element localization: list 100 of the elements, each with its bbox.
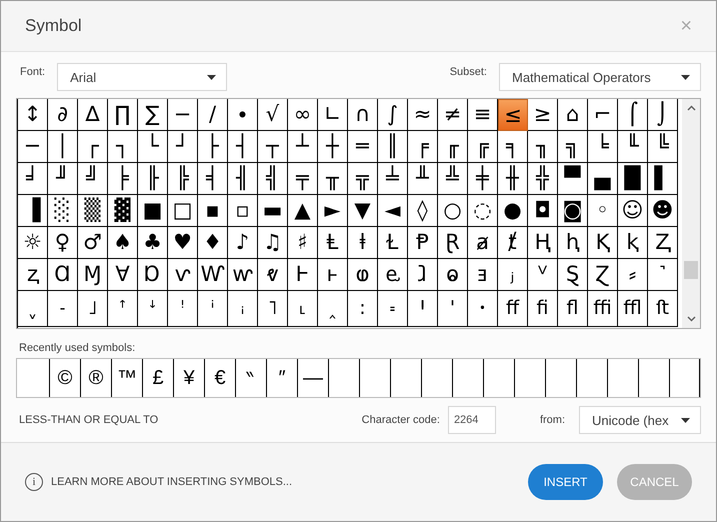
symbol-cell[interactable]: ≤ <box>498 99 528 131</box>
symbol-cell[interactable]: ˪ <box>288 291 318 327</box>
symbol-cell[interactable]: ⱡ <box>348 227 378 259</box>
symbol-cell[interactable]: ╓ <box>438 131 468 163</box>
symbol-cell[interactable]: ▓ <box>108 195 138 227</box>
symbol-cell[interactable]: ╙ <box>618 131 648 163</box>
recent-cell[interactable]: ™ <box>112 359 143 397</box>
symbol-cell[interactable]: ╩ <box>438 163 468 195</box>
symbol-cell[interactable]: Ɐ <box>108 259 138 291</box>
symbol-cell[interactable]: ┐ <box>108 131 138 163</box>
scroll-thumb[interactable] <box>684 261 698 279</box>
symbol-cell[interactable]: ╘ <box>588 131 618 163</box>
symbol-cell[interactable]: ▼ <box>348 195 378 227</box>
symbol-cell[interactable]: ◌ <box>468 195 498 227</box>
symbol-cell[interactable]: Ɫ <box>378 227 408 259</box>
symbol-cell[interactable]: ⱬ <box>18 259 48 291</box>
symbol-cell[interactable]: ▒ <box>78 195 108 227</box>
symbol-cell[interactable]: ╤ <box>288 163 318 195</box>
symbol-cell[interactable]: ꞉ <box>348 291 378 327</box>
symbol-cell[interactable]: ∆ <box>78 99 108 131</box>
symbol-cell[interactable]: ﬅ <box>648 291 678 327</box>
symbol-cell[interactable]: ╗ <box>558 131 588 163</box>
symbol-cell[interactable]: ⱺ <box>438 259 468 291</box>
symbol-cell[interactable]: ├ <box>198 131 228 163</box>
symbol-cell[interactable]: ╨ <box>408 163 438 195</box>
scroll-up-icon[interactable] <box>686 105 696 111</box>
symbol-cell[interactable]: ♠ <box>108 227 138 259</box>
symbol-cell[interactable]: ☺ <box>618 195 648 227</box>
symbol-cell[interactable]: ◙ <box>558 195 588 227</box>
recent-cell[interactable]: ‶ <box>236 359 267 397</box>
symbol-cell[interactable]: ◄ <box>378 195 408 227</box>
symbol-cell[interactable]: ∙ <box>228 99 258 131</box>
symbol-cell[interactable]: ≈ <box>408 99 438 131</box>
symbol-cell[interactable]: ∕ <box>198 99 228 131</box>
symbol-cell[interactable]: ╦ <box>348 163 378 195</box>
symbol-cell[interactable]: ║ <box>378 131 408 163</box>
symbol-cell[interactable]: ∫ <box>378 99 408 131</box>
symbol-cell[interactable]: ⌡ <box>648 99 678 131</box>
symbol-cell[interactable]: █ <box>618 163 648 195</box>
symbol-cell[interactable]: ꞏ <box>468 291 498 327</box>
symbol-cell[interactable]: ─ <box>18 131 48 163</box>
symbol-cell[interactable]: Ⱬ <box>648 227 678 259</box>
symbol-cell[interactable]: ꜝ <box>168 291 198 327</box>
symbol-cell[interactable]: ꞊ <box>378 291 408 327</box>
symbol-cell[interactable]: ˥ <box>258 291 288 327</box>
symbol-cell[interactable]: ˬ <box>18 291 48 327</box>
symbol-cell[interactable]: ⱴ <box>258 259 288 291</box>
symbol-cell[interactable]: ⱥ <box>468 227 498 259</box>
symbol-cell[interactable]: ┼ <box>318 131 348 163</box>
character-code-field[interactable]: 2264 <box>448 406 496 434</box>
symbol-cell[interactable]: Ⱡ <box>318 227 348 259</box>
symbol-cell[interactable]: ╫ <box>498 163 528 195</box>
symbol-cell[interactable]: ⱳ <box>228 259 258 291</box>
symbol-cell[interactable]: ⱱ <box>168 259 198 291</box>
insert-button[interactable]: INSERT <box>528 464 603 500</box>
symbol-cell[interactable]: ≥ <box>528 99 558 131</box>
symbol-cell[interactable]: ◦ <box>588 195 618 227</box>
symbol-cell[interactable]: ⱼ <box>498 259 528 291</box>
symbol-cell[interactable]: ﬁ <box>528 291 558 327</box>
symbol-cell[interactable]: ∟ <box>318 99 348 131</box>
symbol-cell[interactable]: ○ <box>438 195 468 227</box>
symbol-cell[interactable]: Ɱ <box>78 259 108 291</box>
symbol-cell[interactable]: ╟ <box>138 163 168 195</box>
symbol-cell[interactable]: ► <box>318 195 348 227</box>
symbol-cell[interactable]: − <box>168 99 198 131</box>
symbol-cell[interactable]: ▌ <box>648 163 678 195</box>
recent-cell[interactable]: ® <box>81 359 112 397</box>
symbol-cell[interactable]: ⱽ <box>528 259 558 291</box>
symbol-cell[interactable]: ⱨ <box>558 227 588 259</box>
symbol-cell[interactable]: ⱷ <box>348 259 378 291</box>
symbol-cell[interactable]: ⱹ <box>408 259 438 291</box>
symbol-cell[interactable]: ╠ <box>168 163 198 195</box>
symbol-cell[interactable]: ◊ <box>408 195 438 227</box>
symbol-cell[interactable]: ⌂ <box>558 99 588 131</box>
symbol-cell[interactable]: ⸗ <box>618 259 648 291</box>
symbol-cell[interactable]: ♣ <box>138 227 168 259</box>
symbol-cell[interactable]: ⱻ <box>468 259 498 291</box>
symbol-cell[interactable]: ⱪ <box>618 227 648 259</box>
symbol-cell[interactable]: ⌐ <box>588 99 618 131</box>
symbol-cell[interactable]: ∑ <box>138 99 168 131</box>
recent-cell[interactable]: ″ <box>267 359 298 397</box>
symbol-cell[interactable]: ☻ <box>648 195 678 227</box>
symbol-cell[interactable]: Ⱨ <box>528 227 558 259</box>
symbol-cell[interactable]: ╣ <box>258 163 288 195</box>
symbol-cell[interactable]: ▲ <box>288 195 318 227</box>
symbol-cell[interactable]: ┴ <box>288 131 318 163</box>
symbol-cell[interactable]: ♪ <box>228 227 258 259</box>
symbol-cell[interactable]: ╛ <box>18 163 48 195</box>
symbol-cell[interactable]: ▐ <box>18 195 48 227</box>
symbol-cell[interactable]: ♀ <box>48 227 78 259</box>
symbol-cell[interactable]: ⌠ <box>618 99 648 131</box>
symbol-cell[interactable]: ꜛ <box>108 291 138 327</box>
symbol-cell[interactable]: Ɒ <box>138 259 168 291</box>
symbol-cell[interactable]: Ᵽ <box>408 227 438 259</box>
symbol-cell[interactable]: └ <box>138 131 168 163</box>
symbol-cell[interactable]: ≡ <box>468 99 498 131</box>
subset-dropdown[interactable]: Mathematical Operators <box>499 63 701 91</box>
symbol-cell[interactable]: ⱶ <box>318 259 348 291</box>
symbol-cell[interactable]: ╒ <box>408 131 438 163</box>
symbol-cell[interactable]: ꜟ <box>228 291 258 327</box>
